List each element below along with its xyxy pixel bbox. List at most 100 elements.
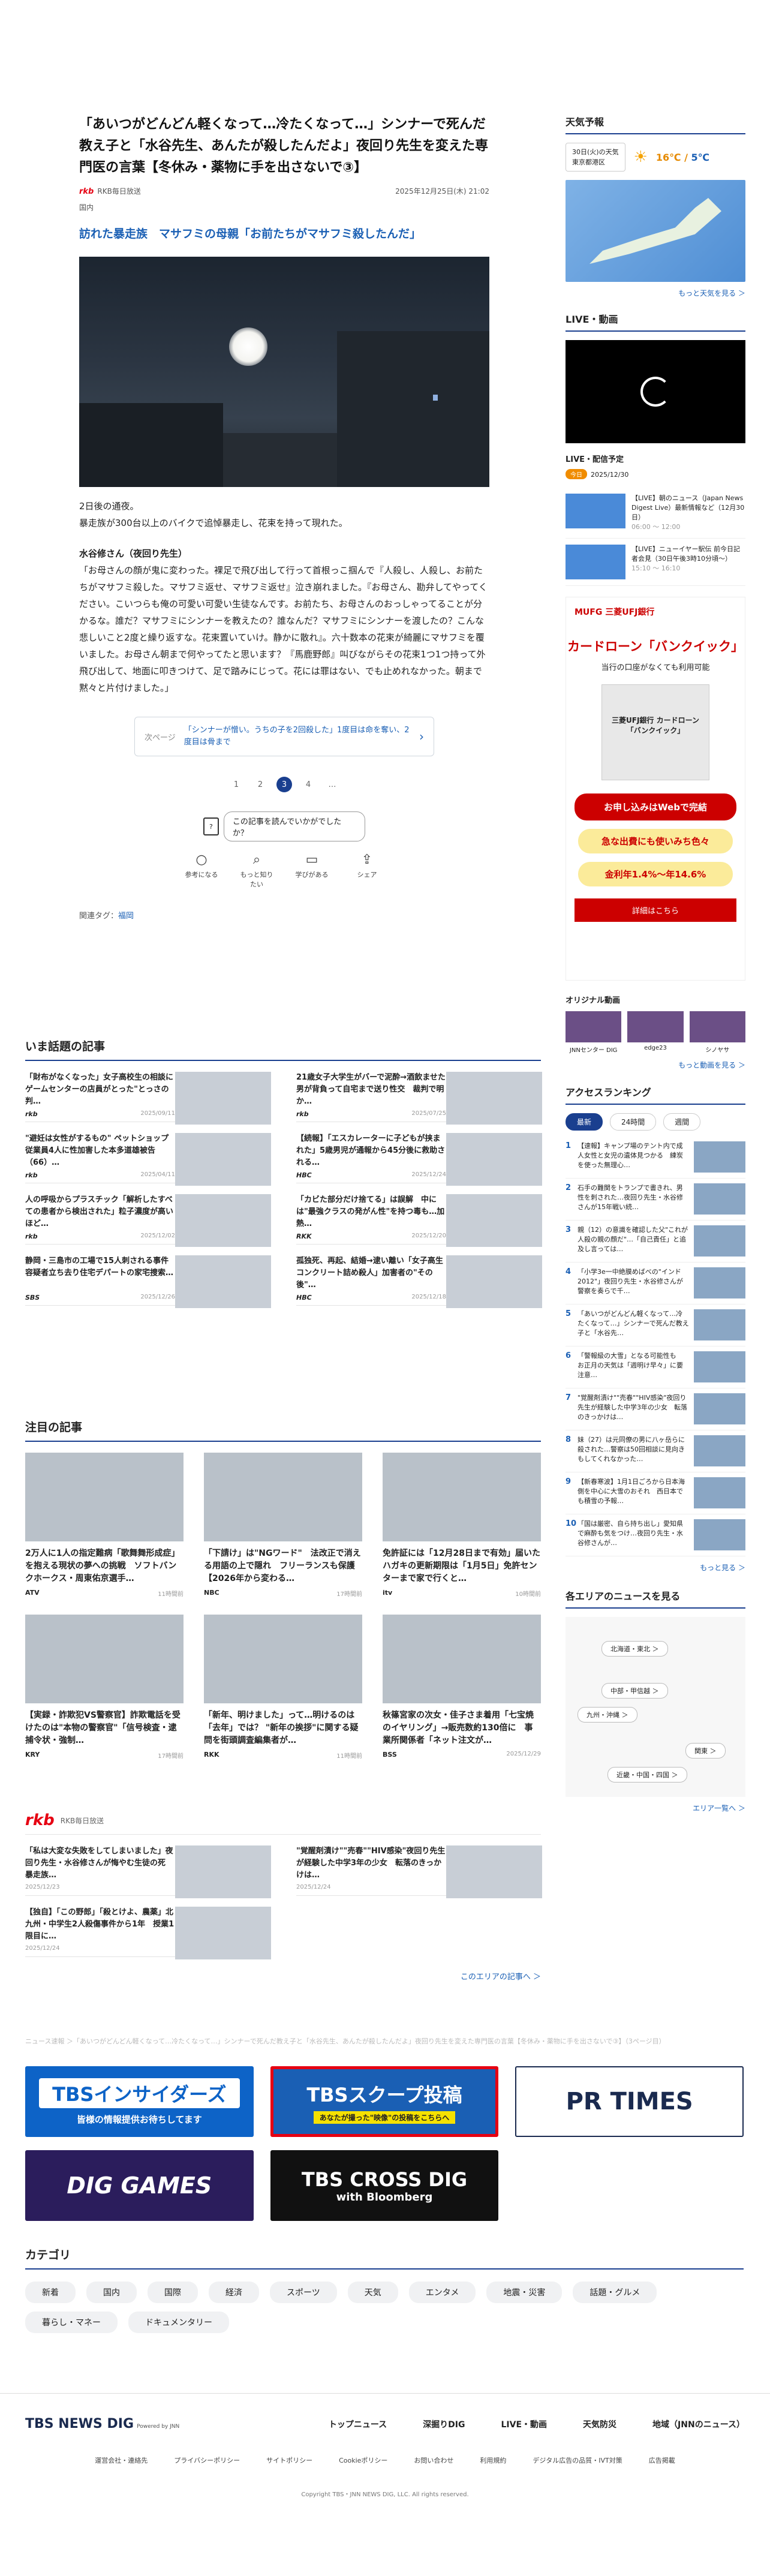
- ranking-tab[interactable]: 24時間: [610, 1113, 657, 1131]
- original-video[interactable]: シノヤサ: [689, 1011, 745, 1054]
- reaction-helpful[interactable]: ○ 参考になる: [182, 852, 221, 889]
- featured-card[interactable]: 「新年、明けました」って…明けるのは「去年」では？ "新年の挨拶"に関する疑問を…: [204, 1615, 362, 1760]
- weather-map[interactable]: [566, 180, 745, 282]
- ranking-item[interactable]: 5 「あいつがどんどん軽くなって…冷たくなって…」シンナーで死んだ教え子と「水谷先…: [566, 1304, 745, 1346]
- featured-card[interactable]: 【実録・詐欺犯VS警察官】詐欺電話を受けたのは"本物の警察官"「信号検査・逮捕令…: [25, 1615, 184, 1760]
- advertisement[interactable]: MUFG 三菱UFJ銀行 カードローン「バンクイック」 当行の口座がなくても利用…: [566, 597, 745, 981]
- schedule-item[interactable]: 【LIVE】ニューイヤー駅伝 前今日記者会見（30日午後3時10分頃～） 15:1…: [566, 539, 745, 586]
- ad-cta[interactable]: お申し込みはWebで完結: [575, 793, 736, 820]
- article-category[interactable]: 国内: [79, 202, 489, 212]
- share-button[interactable]: ⇪ シェア: [348, 852, 386, 889]
- footer-link[interactable]: デジタル広告の品質・IVT対策: [533, 2455, 622, 2465]
- article-source[interactable]: RKB毎日放送: [97, 187, 140, 196]
- featured-card[interactable]: 免許証には「12月28日まで有効」届いたハガキの更新期限は「1月5日」免許センタ…: [383, 1453, 541, 1598]
- reaction-know-more[interactable]: ⌕ もっと知りたい: [237, 852, 276, 889]
- reaction-learning[interactable]: ▭ 学びがある: [293, 852, 331, 889]
- chevron-right-icon: ›: [419, 729, 424, 744]
- original-video[interactable]: edge23: [627, 1011, 684, 1054]
- ranking-item[interactable]: 1 【速報】キャンプ場のテント内で成人女性と女児の遺体見つかる 練炭を使った無理心…: [566, 1137, 745, 1179]
- area-list-link[interactable]: エリア一覧へ ＞: [566, 1803, 745, 1813]
- category-chip[interactable]: ドキュメンタリー: [128, 2312, 229, 2333]
- weather-location[interactable]: 30日(火)の天気 東京都港区: [566, 143, 625, 172]
- article-title: 【独自】「この野郎」「殺とけよ、農薬」北九州・中学生2人殺傷事件から1年 授業1…: [25, 1908, 175, 1941]
- ranking-item[interactable]: 7 "覚醒剤漬け""売春""HIV感染"夜回り先生が経験した中学3年の少女 転落の…: [566, 1388, 745, 1430]
- tag-link[interactable]: 福岡: [118, 912, 134, 921]
- feedback-button[interactable]: この記事を読んでいかがでしたか？: [223, 811, 365, 841]
- featured-card[interactable]: 2万人に1人の指定難病「歌舞舞形成症」を抱える現状の夢への挑戦 ソフトバンクホー…: [25, 1453, 184, 1598]
- category-chip[interactable]: 新着: [25, 2282, 76, 2303]
- related-link[interactable]: 訪れた暴走族 マサフミの母親「お前たちがマサフミ殺したんだ」: [79, 226, 489, 242]
- category-chip[interactable]: 国内: [86, 2282, 137, 2303]
- schedule-item[interactable]: 【LIVE】朝のニュース（Japan News Digest Live）最新情報…: [566, 488, 745, 539]
- banner-insiders[interactable]: TBSインサイダーズ 皆様の情報提供お待ちしてます: [25, 2066, 254, 2137]
- footer-nav-item[interactable]: トップニュース: [329, 2418, 387, 2430]
- hot-article[interactable]: 「財布がなくなった」女子高校生の相談にゲームセンターの店員がとった"とっさの判……: [25, 1061, 271, 1125]
- banner-prtimes[interactable]: PR TIMES: [515, 2066, 744, 2137]
- footer-link[interactable]: お問い合わせ: [414, 2455, 453, 2465]
- featured-card[interactable]: 秋篠宮家の次女・佳子さま着用「七宝焼のイヤリング」→販売数約130倍に 事業所関…: [383, 1615, 541, 1760]
- footer-nav-item[interactable]: 深掘りDIG: [423, 2418, 465, 2430]
- hot-article[interactable]: 静岡・三島市の工場で15人刺される事件 容疑者立ち去り住宅デパートの家宅捜索… S…: [25, 1245, 271, 1308]
- area-kyushu[interactable]: 九州・沖縄 ＞: [578, 1707, 637, 1723]
- ranking-item[interactable]: 10 「国は厳密、自ら持ち出し」愛知県で麻酔も気をつけ…夜回り先生・水谷修さんが…: [566, 1514, 745, 1556]
- featured-card[interactable]: 「下請け」は"NGワード" 法改正で消える用語の上で隠れ フリーランスも保護【2…: [204, 1453, 362, 1598]
- area-kanto[interactable]: 関東 ＞: [685, 1743, 726, 1759]
- hot-article[interactable]: 「カビた部分だけ捨てる」は誤解 中には"最強クラスの発がん性"を持つ毒も…加熱……: [296, 1183, 542, 1247]
- page-3[interactable]: 3: [276, 777, 292, 792]
- hot-article[interactable]: "避妊は女性がするもの" ペットショップ従業員4人に性加害した本多道雄被告（66…: [25, 1122, 271, 1186]
- hot-article[interactable]: 21歳女子大学生がバーで泥酔→酒飲ませた男が背負って自宅まで送り性交 裁判で明か…: [296, 1061, 542, 1125]
- ranking-item[interactable]: 9 【新春寒波】1月1日ごろから日本海側を中心に大雪のおそれ 西日本でも積雪の予報…: [566, 1472, 745, 1514]
- rank-number: 1: [566, 1141, 572, 1150]
- footer-link[interactable]: 運営会社・連絡先: [95, 2455, 148, 2465]
- footer-link[interactable]: Cookieポリシー: [339, 2455, 387, 2465]
- area-hokkaido-tohoku[interactable]: 北海道・東北 ＞: [601, 1641, 668, 1657]
- hot-article[interactable]: 【続報】「エスカレーターに子どもが挟まれた」5歳男児が通報から45分後に救助され…: [296, 1122, 542, 1186]
- footer-link[interactable]: 利用規約: [480, 2455, 506, 2465]
- category-chip[interactable]: 地震・災害: [486, 2282, 563, 2303]
- category-chip[interactable]: エンタメ: [408, 2282, 476, 2303]
- next-page-box[interactable]: 次ページ 「シンナーが憎い。うちの子を2回殺した」1度目は命を奪い、2度目は骨ま…: [134, 717, 434, 756]
- ranking-tab[interactable]: 最新: [566, 1113, 603, 1131]
- category-chip[interactable]: 暮らし・マネー: [25, 2312, 118, 2333]
- banner-cross-dig[interactable]: TBS CROSS DIG with Bloomberg: [270, 2150, 499, 2221]
- page-2[interactable]: 2: [252, 777, 268, 792]
- footer-nav-item[interactable]: 地域（JNNのニュース）: [652, 2418, 745, 2430]
- page-4[interactable]: 4: [300, 777, 316, 792]
- category-chip[interactable]: 話題・グルメ: [573, 2282, 657, 2303]
- ranking-item[interactable]: 4 「小学3e一中絶膜めばべの"インド2012"」夜回り先生・水谷修さんが警察を奏…: [566, 1263, 745, 1304]
- next-page-label: 次ページ: [145, 733, 176, 743]
- area-kinki[interactable]: 近畿・中国・四国 ＞: [607, 1767, 687, 1783]
- category-chip[interactable]: 天気: [347, 2282, 398, 2303]
- live-player[interactable]: [566, 340, 745, 443]
- area-chubu[interactable]: 中部・甲信越 ＞: [601, 1683, 668, 1699]
- banner-dig-games[interactable]: DIG GAMES: [25, 2150, 254, 2221]
- footer-link[interactable]: プライバシーポリシー: [174, 2455, 240, 2465]
- hot-article[interactable]: 孤独死、再起、結婚→逮い離い「女子高生コンクリート詰め殺人」加害者の"その後"……: [296, 1245, 542, 1308]
- banner-scoop[interactable]: TBSスクープ投稿 あなたが撮った"映像"の投稿をこちらへ: [270, 2066, 499, 2137]
- weather-more-link[interactable]: もっと天気を見る ＞: [566, 288, 745, 298]
- area-more-link[interactable]: このエリアの記事へ ＞: [25, 1970, 541, 1982]
- ranking-more-link[interactable]: もっと見る ＞: [566, 1562, 745, 1573]
- footer-link[interactable]: 広告掲載: [649, 2455, 675, 2465]
- footer-nav-item[interactable]: LIVE・動画: [501, 2418, 548, 2430]
- ad-detail-button[interactable]: 詳細はこちら: [575, 898, 736, 922]
- article-date: 10時間前: [515, 1591, 541, 1598]
- original-video[interactable]: JNNセンター DIG: [566, 1011, 622, 1054]
- page-1[interactable]: 1: [228, 777, 244, 792]
- area-article[interactable]: "覚醒剤漬け""売春""HIV感染"夜回り先生が経験した中学3年の少女 転落のき…: [296, 1835, 542, 1898]
- ranking-item[interactable]: 6 「警報級の大雪」となる可能性も お正月の天気は「週明け早々」に要注意…: [566, 1346, 745, 1388]
- ranking-item[interactable]: 2 石手の難関をトランプで書きれ、男性を刺された…夜回り先生・水谷修さんが15年戦…: [566, 1179, 745, 1221]
- area-article[interactable]: 【独自】「この野郎」「殺とけよ、農薬」北九州・中学生2人殺傷事件から1年 授業1…: [25, 1896, 271, 1959]
- hot-article[interactable]: 人の呼吸からプラスチック「解析したすべての患者から検出された」粒子濃度が高いほど…: [25, 1183, 271, 1247]
- category-chip[interactable]: スポーツ: [270, 2282, 337, 2303]
- category-chip[interactable]: 経済: [209, 2282, 259, 2303]
- ranking-tab[interactable]: 週間: [663, 1113, 701, 1131]
- footer-logo[interactable]: TBS NEWS DIG Powered by JNN: [25, 2416, 179, 2431]
- footer-nav-item[interactable]: 天気防災: [583, 2418, 616, 2430]
- area-article[interactable]: 「私は大変な失敗をしてしまいました」夜回り先生・水谷修さんが悔やむ生徒の死 暴走…: [25, 1835, 271, 1898]
- category-chip[interactable]: 国際: [148, 2282, 198, 2303]
- footer-link[interactable]: サイトポリシー: [266, 2455, 312, 2465]
- ranking-item[interactable]: 3 親（12）の意識を確認した父"これが人殺の親の顔だ"…「自己責任」と追及し言っ…: [566, 1221, 745, 1263]
- video-more-link[interactable]: もっと動画を見る ＞: [566, 1060, 745, 1070]
- ranking-item[interactable]: 8 妹（27）は元同僚の男に八ヶ岳らに殺された…警察は50回相談に見向きもしてくれ…: [566, 1430, 745, 1472]
